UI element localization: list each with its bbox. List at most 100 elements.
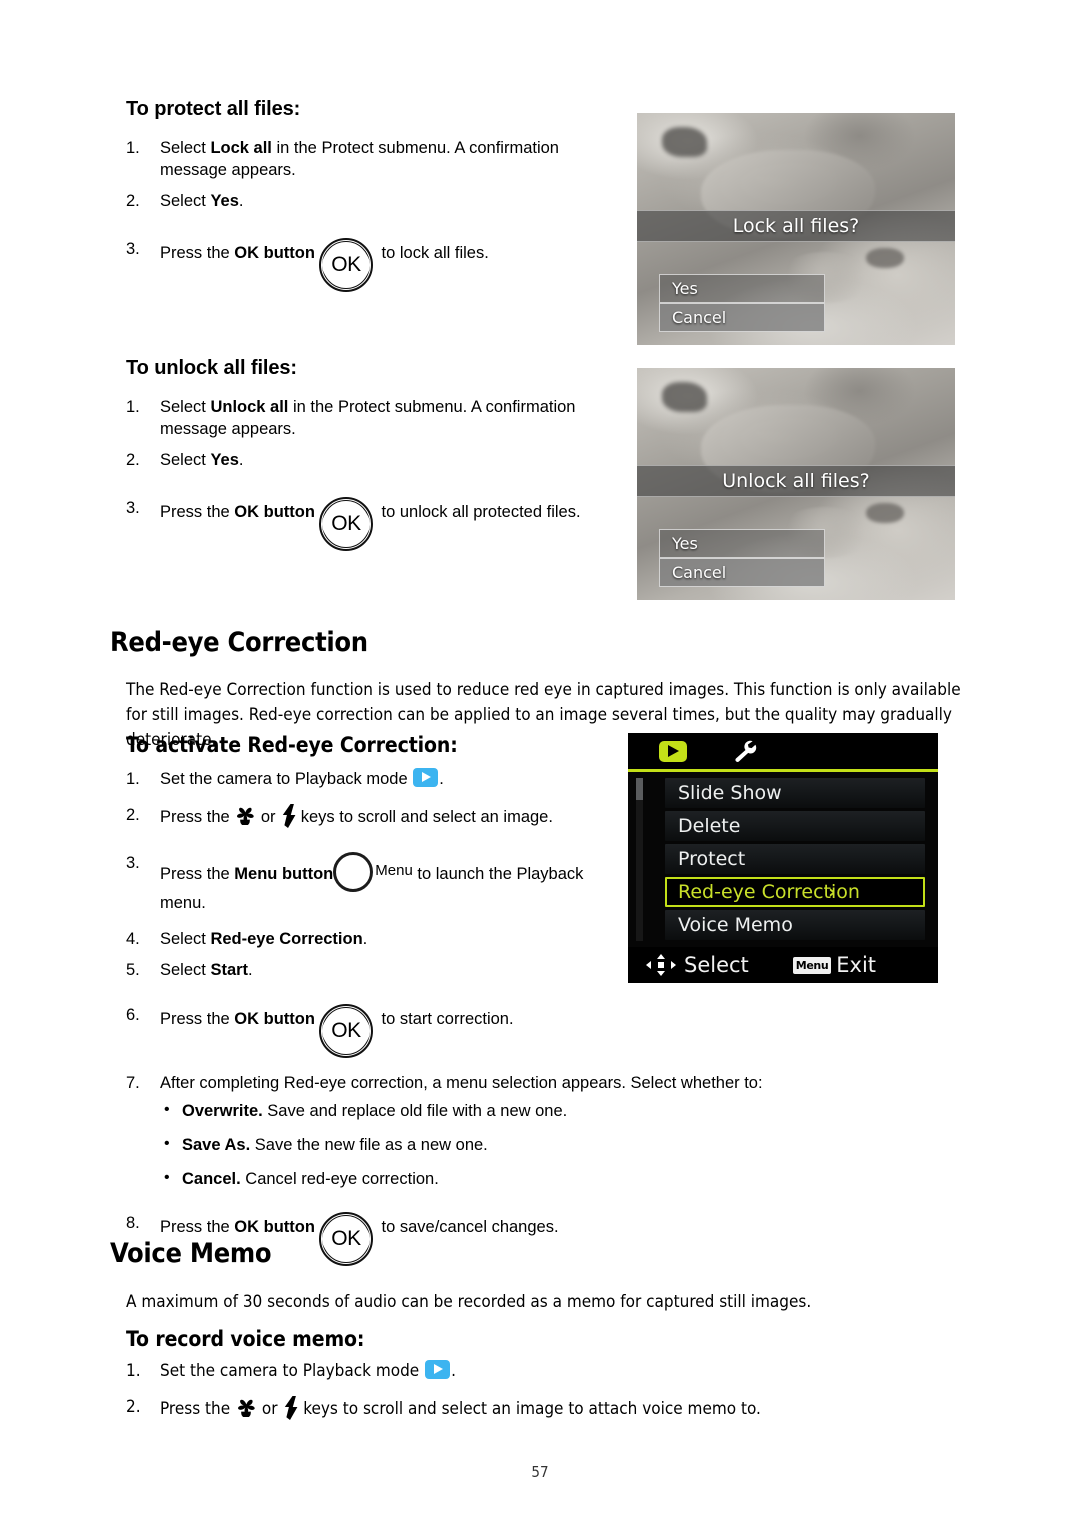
dialog-option-cancel[interactable]: Cancel xyxy=(659,303,825,332)
step-item: 1. Set the camera to Playback mode . xyxy=(126,1360,886,1382)
menu-button-icon xyxy=(333,852,379,892)
step-text-post: keys to scroll and select an image to at… xyxy=(298,1399,761,1419)
step-text-bold: Start xyxy=(210,961,249,979)
playback-mode-icon xyxy=(413,768,439,787)
wrench-icon[interactable] xyxy=(733,740,759,764)
menu-item-protect[interactable]: Protect xyxy=(665,844,925,874)
dialog-option-label: Cancel xyxy=(672,563,727,582)
step-text-bold: Lock all xyxy=(210,139,272,157)
dialog-option-yes[interactable]: Yes xyxy=(659,274,825,303)
dialog-option-cancel[interactable]: Cancel xyxy=(659,558,825,587)
step-text-pre: Select xyxy=(160,961,211,979)
step-text-bold: Red-eye Correction xyxy=(210,930,363,948)
menu-item-delete[interactable]: Delete xyxy=(665,811,925,841)
playback-tab-icon[interactable] xyxy=(659,741,687,762)
step-text: Press the OK button OK to start correctio… xyxy=(160,1004,514,1058)
dialog-option-label: Yes xyxy=(672,534,698,553)
screenshot-playback-menu: Slide Show Delete Protect Red-eye Correc… xyxy=(628,733,938,983)
bullet-item: • Save As. Save the new file as a new on… xyxy=(160,1134,846,1156)
menu-item-voice-memo[interactable]: Voice Memo xyxy=(665,910,925,940)
step-text-bold: Menu button xyxy=(234,865,334,883)
menu-item-label: Slide Show xyxy=(678,782,782,804)
step-text-pre: Select xyxy=(160,930,211,948)
step-text-pre: Select xyxy=(160,451,211,469)
protect-steps-list: 1. Select Lock all in the Protect submen… xyxy=(126,137,606,292)
ok-button-icon: OK xyxy=(318,1004,373,1058)
manual-page: To protect all files: 1. Select Lock all… xyxy=(0,0,1080,1527)
bullet-text: Save the new file as a new one. xyxy=(250,1136,488,1154)
flash-bolt-icon xyxy=(282,804,296,828)
playback-menu-list: Slide Show Delete Protect Red-eye Correc… xyxy=(628,772,938,947)
step-text-post: to save/cancel changes. xyxy=(376,1218,559,1236)
step-text-pre: Set the camera to Playback mode xyxy=(160,770,413,788)
ok-icon-label: OK xyxy=(321,1011,370,1051)
ok-icon-label: OK xyxy=(321,245,370,285)
step-number: 2. xyxy=(126,1397,141,1417)
step-number: 3. xyxy=(126,240,140,258)
scrollbar-thumb[interactable] xyxy=(636,778,643,800)
step-item: 3. Press the OK button OK to unlock all p… xyxy=(126,497,606,551)
step-text-pre: Press the xyxy=(160,865,235,883)
step-number: 4. xyxy=(126,930,140,948)
voice-memo-intro-paragraph: A maximum of 30 seconds of audio can be … xyxy=(126,1292,812,1312)
step-text-post: . xyxy=(451,1361,456,1381)
bullet-item: • Overwrite. Save and replace old file w… xyxy=(160,1100,846,1122)
step-text: Press the OK button OK to save/cancel cha… xyxy=(160,1212,559,1266)
step-text-pre: Press the xyxy=(160,244,235,262)
bullet-text: Save and replace old file with a new one… xyxy=(262,1102,568,1120)
chevron-right-icon: › xyxy=(828,881,836,903)
step-text-pre: Press the xyxy=(160,1399,235,1419)
ok-icon-label: OK xyxy=(321,1219,370,1259)
step-text: Select Start. xyxy=(160,961,253,979)
menu-button-label: Menu xyxy=(375,862,413,879)
step-text-post: . xyxy=(362,930,368,948)
voice-memo-steps-list: 1. Set the camera to Playback mode . 2. … xyxy=(126,1360,886,1429)
step-text-bold: OK button xyxy=(234,1010,315,1028)
step-text: Press the or keys to scroll and select a… xyxy=(160,1396,761,1420)
step-text: After completing Red-eye correction, a m… xyxy=(160,1074,763,1092)
flash-bolt-icon xyxy=(285,1396,298,1420)
dialog-option-label: Cancel xyxy=(672,308,727,327)
section-unlock-all-files: To unlock all files: 1. Select Unlock al… xyxy=(126,357,606,560)
step-number: 5. xyxy=(126,961,140,979)
subheading-activate-red-eye: To activate Red-eye Correction: xyxy=(126,733,458,757)
red-eye-steps-list-top: 1. Set the camera to Playback mode . 2. … xyxy=(126,768,606,990)
menu-item-slide-show[interactable]: Slide Show xyxy=(665,778,925,808)
unlock-steps-list: 1. Select Unlock all in the Protect subm… xyxy=(126,396,606,551)
step-item: 1. Set the camera to Playback mode . xyxy=(126,768,606,790)
menu-item-label: Delete xyxy=(678,815,741,837)
step-text: Select Yes. xyxy=(160,192,244,210)
menu-key-badge: Menu xyxy=(792,956,832,974)
step-text-post: . xyxy=(238,451,244,469)
step-number: 1. xyxy=(126,770,140,788)
photo-shadow-detail xyxy=(662,126,707,158)
bullet-text: Cancel red-eye correction. xyxy=(240,1170,439,1188)
scrollbar-track[interactable] xyxy=(636,778,643,941)
screenshot-lock-all-files: Lock all files? Yes Cancel xyxy=(637,113,955,345)
step-text: Press the OK button OK to unlock all prot… xyxy=(160,497,581,551)
step-text-pre: Set the camera to Playback mode xyxy=(160,1361,425,1381)
step-text-post: to start correction. xyxy=(376,1010,514,1028)
step-text-pre: After completing Red-eye correction, a m… xyxy=(160,1074,763,1092)
step-item: 1. Select Lock all in the Protect submen… xyxy=(126,137,606,181)
playback-menu-tabbar xyxy=(628,733,938,769)
bullet-dot: • xyxy=(164,1169,170,1186)
step-number: 1. xyxy=(126,398,140,416)
step-text-pre: Press the xyxy=(160,503,235,521)
step-text-pre: Select xyxy=(160,139,211,157)
dialog-option-yes[interactable]: Yes xyxy=(659,529,825,558)
bullet-bold: Overwrite. xyxy=(182,1102,263,1120)
step-text-bold: OK button xyxy=(234,244,315,262)
step-text: Select Lock all in the Protect submenu. … xyxy=(160,139,559,179)
step-text-bold: Unlock all xyxy=(210,398,289,416)
menu-item-red-eye-correction[interactable]: Red-eye Correction › xyxy=(665,877,925,907)
bullet-bold: Save As. xyxy=(182,1136,251,1154)
step-text: Press the OK button OK to lock all files. xyxy=(160,238,489,292)
step-text-bold: OK button xyxy=(234,1218,315,1236)
screenshot-unlock-all-files: Unlock all files? Yes Cancel xyxy=(637,368,955,600)
step-item: 1. Select Unlock all in the Protect subm… xyxy=(126,396,606,440)
ok-button-icon: OK xyxy=(318,238,373,292)
step-text-pre: Select xyxy=(160,192,211,210)
step-text: Press the Menu button Menu to launch the … xyxy=(160,852,583,912)
photo-nose-detail xyxy=(865,247,905,269)
